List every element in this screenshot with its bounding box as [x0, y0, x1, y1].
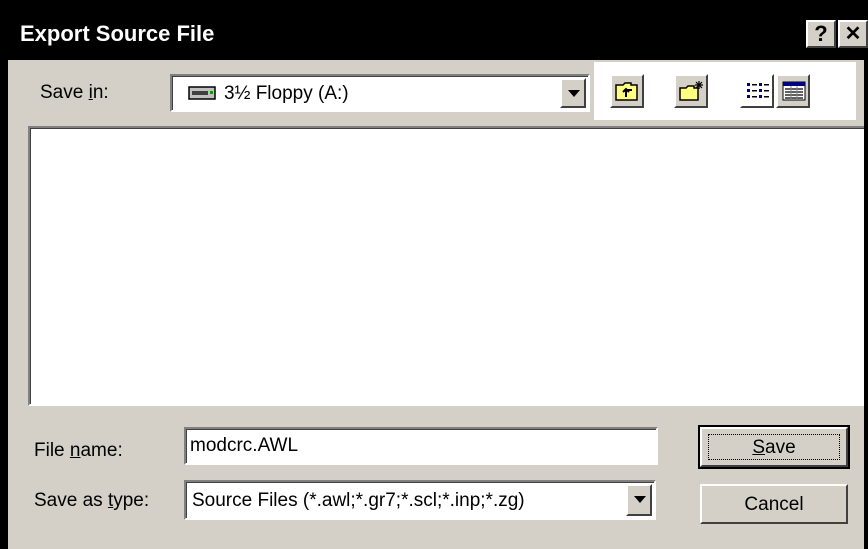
window-border [864, 60, 868, 549]
list-view-icon [746, 81, 770, 106]
file-name-input[interactable] [184, 427, 658, 465]
save-in-label: Save in: [40, 82, 109, 103]
file-list-view[interactable] [28, 126, 868, 406]
save-as-type-dropdown-button[interactable] [626, 484, 652, 516]
details-view-icon [782, 81, 806, 106]
new-folder-icon [679, 80, 705, 107]
chevron-down-icon [568, 90, 580, 97]
save-button-label: Save [752, 437, 796, 458]
list-view-button[interactable] [740, 74, 774, 108]
help-button[interactable]: ? [806, 20, 836, 48]
file-name-label: File name: [34, 440, 123, 461]
save-as-type-dropdown[interactable]: Source Files (*.awl;*.gr7;*.scl;*.inp;*.… [184, 480, 656, 520]
save-in-dropdown[interactable]: 3½ Floppy (A:) [170, 74, 590, 112]
save-as-type-label: Save as type: [34, 490, 150, 511]
folder-up-icon [615, 80, 639, 107]
up-one-level-button[interactable] [610, 74, 644, 108]
toolbar [594, 62, 856, 120]
dialog-title: Export Source File [20, 21, 215, 46]
cancel-button[interactable]: Cancel [700, 484, 848, 524]
save-as-type-value: Source Files (*.awl;*.gr7;*.scl;*.inp;*.… [192, 490, 525, 511]
title-bar[interactable]: Export Source File ? ✕ [8, 8, 868, 60]
details-view-button[interactable] [776, 74, 810, 108]
create-new-folder-button[interactable] [674, 74, 708, 108]
save-in-value: 3½ Floppy (A:) [224, 83, 349, 104]
save-button[interactable]: Save [698, 425, 850, 469]
cancel-button-label: Cancel [744, 494, 804, 515]
floppy-drive-icon [188, 85, 216, 106]
close-icon: ✕ [844, 23, 862, 45]
close-button[interactable]: ✕ [838, 20, 868, 48]
chevron-down-icon [634, 496, 646, 503]
save-in-dropdown-button[interactable] [560, 78, 586, 108]
